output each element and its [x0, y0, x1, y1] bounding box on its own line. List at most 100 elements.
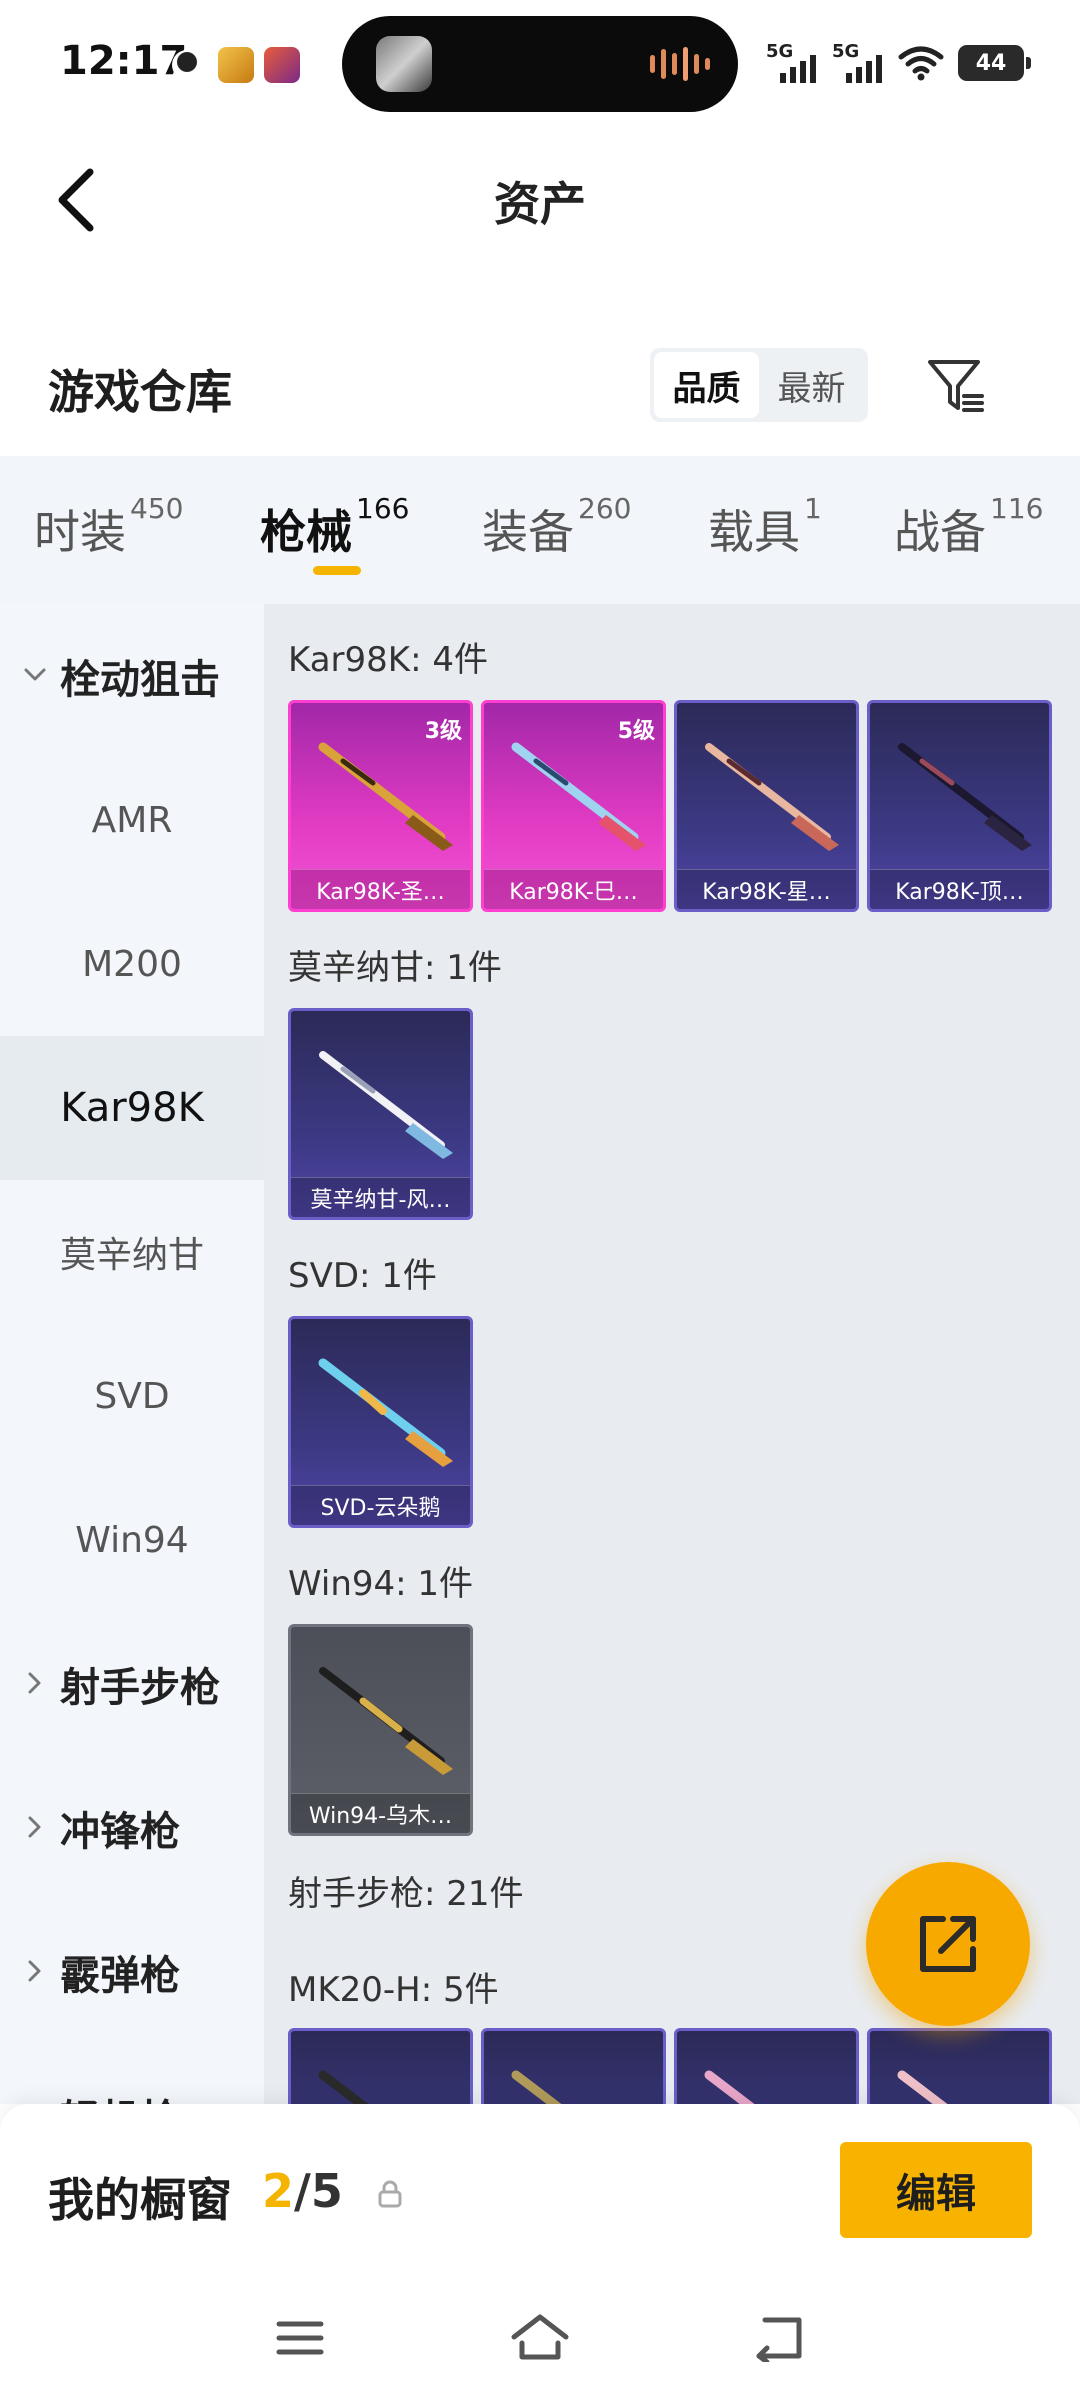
rifle-icon	[511, 2070, 562, 2104]
item-name: Kar98K-巳…	[484, 869, 663, 909]
item-card[interactable]: Kar98K-星…	[674, 700, 859, 912]
share-fab-button[interactable]	[866, 1862, 1030, 2026]
item-card[interactable]	[674, 2028, 859, 2104]
tab-label: 战备	[894, 505, 986, 559]
category-svd[interactable]: SVD	[0, 1324, 264, 1468]
category-label: Win94	[75, 1519, 189, 1561]
category-kar98k[interactable]: Kar98K	[0, 1036, 264, 1180]
item-card[interactable]: SVD-云朵鹅	[288, 1316, 473, 1528]
chevron-down-icon	[24, 668, 46, 681]
tab-equipment[interactable]: 装备 260	[482, 492, 631, 562]
item-card[interactable]: 5级 Kar98K-巳…	[481, 700, 666, 912]
tab-count: 260	[578, 492, 632, 525]
category-amr[interactable]: AMR	[0, 748, 264, 892]
item-card[interactable]	[481, 2028, 666, 2104]
category-shotgun[interactable]: 霰弹枪	[0, 1900, 264, 2044]
category-label: 冲锋枪	[60, 1809, 180, 1855]
tab-tactical[interactable]: 战备 116	[894, 492, 1043, 562]
tab-label: 装备	[482, 505, 574, 559]
category-lmg[interactable]: 轻机枪	[0, 2044, 264, 2104]
active-tab-indicator	[313, 566, 361, 575]
category-mosin-nagant[interactable]: 莫辛纳甘	[0, 1180, 264, 1324]
item-card[interactable]: Kar98K-顶…	[867, 700, 1052, 912]
back-nav-button[interactable]	[745, 2308, 815, 2368]
filter-icon	[928, 360, 984, 412]
tab-count: 166	[356, 492, 410, 525]
rifle-icon	[705, 743, 839, 851]
group-title-svd: SVD: 1件	[288, 1256, 437, 1296]
home-nav-button[interactable]	[505, 2308, 575, 2368]
group-title-kar98k: Kar98K: 4件	[288, 640, 488, 680]
category-win94[interactable]: Win94	[0, 1468, 264, 1612]
category-label: Kar98K	[60, 1085, 204, 1131]
audio-wave-icon	[650, 46, 710, 82]
rifle-icon	[319, 1051, 453, 1159]
rifle-icon	[898, 743, 1032, 851]
category-bolt-action-sniper[interactable]: 栓动狙击	[0, 604, 264, 748]
rifle-icon	[318, 1358, 453, 1467]
menu-nav-button[interactable]	[265, 2308, 335, 2368]
warehouse-title: 游戏仓库	[48, 365, 232, 419]
system-navigation-bar	[0, 2282, 1080, 2400]
battery-icon: 44	[958, 45, 1031, 81]
tab-count: 1	[804, 492, 822, 525]
back-nav-icon	[756, 2317, 802, 2362]
tab-count: 450	[130, 492, 184, 525]
category-label: 轻机枪	[60, 2087, 180, 2104]
chevron-right-icon	[28, 1816, 41, 1838]
showcase-total: /5	[294, 2164, 343, 2218]
category-label: SVD	[94, 1375, 170, 1417]
group-title-mosin-nagant: 莫辛纳甘: 1件	[288, 948, 502, 988]
category-m200[interactable]: M200	[0, 892, 264, 1036]
home-icon	[511, 2314, 569, 2360]
lock-icon	[378, 2180, 402, 2208]
category-marksman-rifle[interactable]: 射手步枪	[0, 1612, 264, 1756]
sort-newest-option[interactable]: 最新	[759, 352, 864, 418]
menu-icon	[276, 2321, 324, 2355]
chevron-right-icon	[28, 1672, 41, 1694]
sort-toggle: 品质 最新	[650, 348, 868, 422]
tab-label: 时装	[34, 505, 126, 559]
category-label: 射手步枪	[60, 1665, 220, 1711]
group-title-mk20h: MK20-H: 5件	[288, 1970, 499, 2010]
filter-button[interactable]	[920, 350, 992, 422]
category-label: 霰弹枪	[60, 1953, 180, 1999]
item-card[interactable]: 莫辛纳甘-风…	[288, 1008, 473, 1220]
tab-count: 116	[990, 492, 1044, 525]
app-header: 资产	[0, 140, 1080, 260]
game-notification-icon	[218, 47, 254, 83]
category-smg[interactable]: 冲锋枪	[0, 1756, 264, 1900]
app-notification-icon	[172, 50, 202, 80]
dynamic-island[interactable]	[342, 16, 738, 112]
category-label: M200	[82, 943, 182, 985]
game-notification-icon-2	[264, 47, 300, 83]
edit-showcase-button[interactable]: 编辑	[840, 2142, 1032, 2238]
rifle-icon	[511, 742, 646, 851]
page-title: 资产	[494, 177, 586, 231]
category-tabs: 时装 450 枪械 166 装备 260 载具 1 战备 116	[0, 456, 1080, 604]
category-label: AMR	[91, 799, 173, 841]
wifi-icon	[898, 46, 944, 81]
tab-vehicles[interactable]: 载具 1	[708, 492, 822, 562]
item-name: SVD-云朵鹅	[291, 1485, 470, 1525]
showcase-current: 2	[262, 2164, 295, 2218]
category-sidebar: 栓动狙击 AMR M200 Kar98K 莫辛纳甘 SVD Win94 射手步枪…	[0, 604, 264, 2104]
showcase-count: 2/5	[262, 2164, 343, 2218]
showcase-label: 我的橱窗	[48, 2173, 232, 2227]
item-card[interactable]	[288, 2028, 473, 2104]
signal-icon: 5G	[766, 41, 818, 85]
item-card[interactable]: 3级 Kar98K-圣…	[288, 700, 473, 912]
item-card[interactable]	[867, 2028, 1052, 2104]
category-label: 莫辛纳甘	[59, 1235, 204, 1276]
tab-fashion[interactable]: 时装 450	[34, 492, 183, 562]
share-icon	[920, 1916, 976, 1972]
tab-firearms[interactable]: 枪械 166	[260, 492, 409, 562]
item-name: Win94-乌木…	[291, 1793, 470, 1833]
item-card[interactable]: Win94-乌木…	[288, 1624, 473, 1836]
sort-quality-option[interactable]: 品质	[654, 352, 759, 418]
signal-icon-2: 5G	[832, 41, 884, 85]
media-thumbnail	[376, 36, 432, 92]
item-name: Kar98K-星…	[677, 869, 856, 909]
section-title-marksman-rifle: 射手步枪: 21件	[288, 1874, 524, 1914]
rifle-icon	[704, 2070, 755, 2104]
